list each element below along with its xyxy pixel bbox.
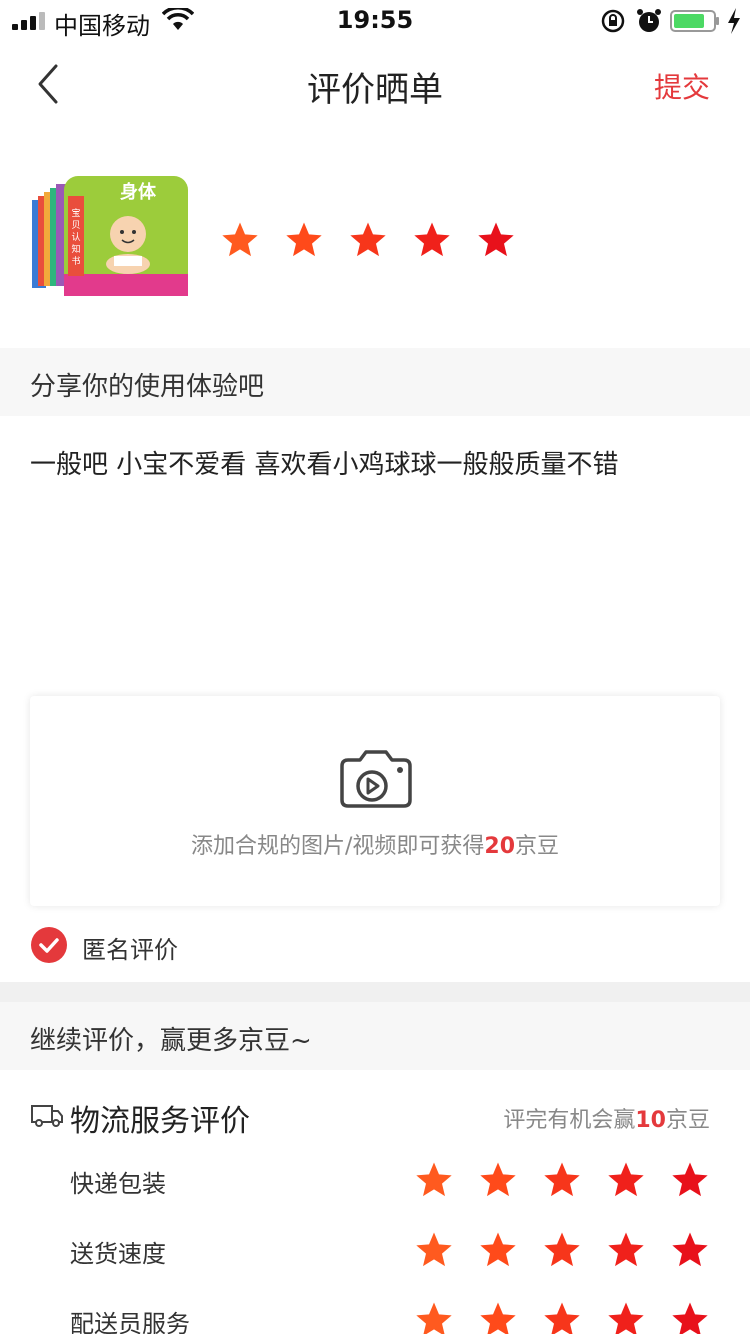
star-icon[interactable]	[476, 220, 516, 260]
star-icon[interactable]	[414, 1300, 454, 1334]
rating-label: 快递包装	[70, 1170, 166, 1198]
review-textarea[interactable]: 一般吧 小宝不爱看 喜欢看小鸡球球一般般质量不错	[30, 448, 720, 482]
star-icon[interactable]	[542, 1230, 582, 1270]
page-title: 评价晒单	[307, 70, 443, 110]
star-icon[interactable]	[606, 1230, 646, 1270]
star-icon[interactable]	[412, 220, 452, 260]
status-bar: 中国移动 19:55	[0, 0, 750, 40]
checked-circle-icon[interactable]	[30, 926, 68, 964]
continue-prompt-bar: 继续评价，赢更多京豆~	[0, 1002, 750, 1070]
continue-prompt: 继续评价，赢更多京豆~	[30, 1026, 312, 1056]
svg-text:宝: 宝	[71, 207, 80, 219]
upload-tip-text: 添加合规的图片/视频即可获得	[190, 834, 485, 859]
truck-icon	[31, 1105, 63, 1127]
alarm-icon	[637, 9, 661, 32]
star-icon[interactable]	[670, 1160, 710, 1200]
share-prompt-bar: 分享你的使用体验吧	[0, 348, 750, 416]
rating-row-packaging: 快递包装	[0, 1156, 750, 1206]
star-icon[interactable]	[542, 1300, 582, 1334]
charging-icon	[728, 8, 740, 34]
product-thumbnail[interactable]: 宝 贝 认 知 书 身体	[30, 172, 190, 302]
star-icon[interactable]	[478, 1160, 518, 1200]
navigation-bar: 评价晒单 提交	[0, 40, 750, 128]
battery-icon	[670, 10, 719, 32]
star-icon[interactable]	[414, 1230, 454, 1270]
product-rating-section: 宝 贝 认 知 书 身体	[0, 128, 750, 348]
star-icon[interactable]	[606, 1300, 646, 1334]
upload-tip-unit: 京豆	[515, 834, 560, 859]
upload-tip-amount: 20	[484, 834, 516, 859]
logistics-tip: 评完有机会赢10京豆	[503, 1102, 710, 1134]
logistics-tip-amount: 10	[635, 1108, 666, 1133]
star-icon[interactable]	[284, 220, 324, 260]
svg-text:认: 认	[71, 231, 80, 243]
star-icon[interactable]	[542, 1160, 582, 1200]
rating-label: 送货速度	[70, 1240, 166, 1268]
logistics-header: 物流服务评价 评完有机会赢10京豆	[0, 1090, 750, 1140]
logistics-title: 物流服务评价	[70, 1104, 250, 1139]
svg-text:身体: 身体	[120, 181, 157, 203]
logistics-tip-unit: 京豆	[665, 1108, 710, 1133]
star-icon[interactable]	[478, 1230, 518, 1270]
star-icon[interactable]	[478, 1300, 518, 1334]
svg-text:书: 书	[71, 256, 80, 267]
logistics-tip-text: 评完有机会赢	[503, 1108, 636, 1133]
rating-label: 配送员服务	[70, 1310, 190, 1334]
section-divider	[0, 982, 750, 1002]
svg-text:贝: 贝	[71, 220, 80, 231]
anonymous-label: 匿名评价	[82, 936, 178, 964]
upload-tip: 添加合规的图片/视频即可获得20京豆	[30, 828, 720, 860]
star-icon[interactable]	[414, 1160, 454, 1200]
star-icon[interactable]	[220, 220, 260, 260]
star-icon[interactable]	[348, 220, 388, 260]
submit-button[interactable]: 提交	[654, 66, 710, 106]
rating-row-courier: 配送员服务	[0, 1296, 750, 1334]
camera-video-icon	[340, 750, 412, 808]
star-icon[interactable]	[670, 1300, 710, 1334]
share-prompt: 分享你的使用体验吧	[30, 372, 265, 402]
rotation-lock-icon	[601, 9, 625, 33]
svg-text:知: 知	[71, 243, 80, 255]
media-upload-box[interactable]: 添加合规的图片/视频即可获得20京豆	[30, 696, 720, 906]
rating-row-speed: 送货速度	[0, 1226, 750, 1276]
star-icon[interactable]	[670, 1230, 710, 1270]
star-icon[interactable]	[606, 1160, 646, 1200]
